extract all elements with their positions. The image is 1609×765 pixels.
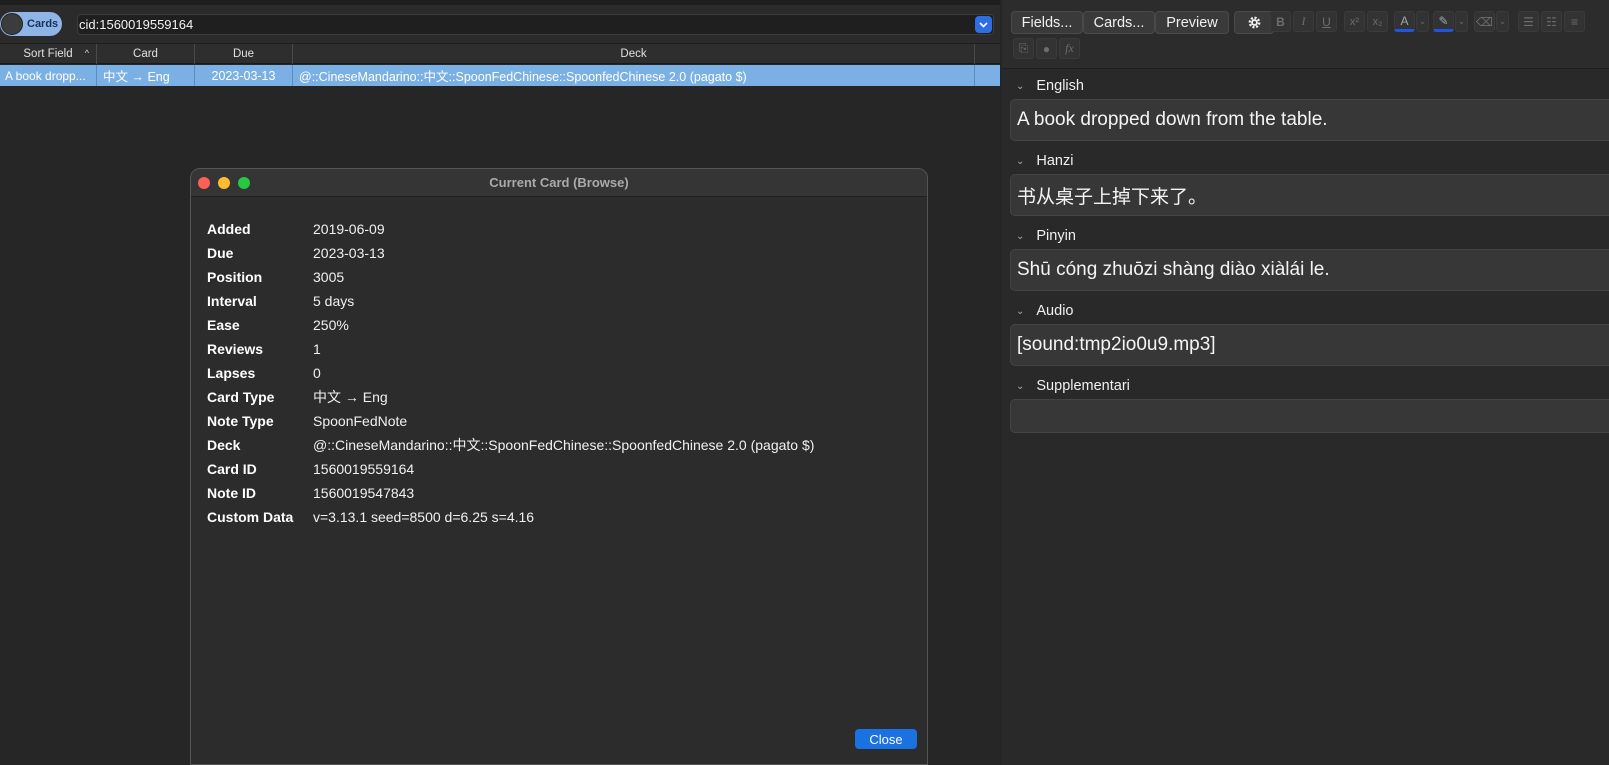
eraser-icon[interactable]: ⌫ <box>1474 11 1495 32</box>
table-row[interactable]: A book dropp... 中文 → Eng 2023-03-13 @::C… <box>0 65 1000 86</box>
chevron-down-icon: ⌄ <box>1016 80 1025 92</box>
toggle-label: Cards <box>27 18 59 30</box>
function-icon[interactable]: fx <box>1059 38 1080 59</box>
chevron-down-icon <box>979 21 988 28</box>
column-header-sort-field[interactable]: Sort Field ^ <box>0 44 97 64</box>
stat-row: Interval 5 days <box>207 293 355 309</box>
cell-sort-field: A book dropp... <box>0 65 97 86</box>
column-header-due[interactable]: Due <box>195 44 293 64</box>
stat-row: Card ID 1560019559164 <box>207 461 415 477</box>
table-header: Sort Field ^ Card Due Deck <box>0 44 1000 64</box>
settings-button[interactable] <box>1234 11 1274 34</box>
stat-row: Ease 250% <box>207 317 349 333</box>
sort-ascending-icon: ^ <box>84 48 89 58</box>
stat-row: Custom Data v=3.13.1 seed=8500 d=6.25 s=4… <box>207 509 535 525</box>
underline-icon[interactable]: U <box>1316 11 1337 32</box>
card-stats-list: Added 2019-06-09 Due 2023-03-13 Position 30… <box>207 217 814 529</box>
field-label-english[interactable]: ⌄ English <box>1016 76 1084 96</box>
gear-icon <box>1248 16 1260 29</box>
stat-row: Note Type SpoonFedNote <box>207 413 408 429</box>
dialog-title: Current Card (Browse) <box>489 175 629 190</box>
attachment-icon[interactable]: ⎘ <box>1013 38 1034 59</box>
field-label-pinyin[interactable]: ⌄ Pinyin <box>1016 226 1076 246</box>
stat-row: Lapses 0 <box>207 365 321 381</box>
field-input-supplementari[interactable] <box>1010 399 1609 433</box>
align-icon[interactable]: ≡ <box>1564 11 1585 32</box>
field-input-audio[interactable]: [sound:tmp2io0u9.mp3] <box>1010 324 1609 366</box>
chevron-down-icon: ⌄ <box>1016 230 1025 242</box>
cards-notes-toggle[interactable]: Cards <box>0 12 62 36</box>
cell-card: 中文 → Eng <box>97 65 195 86</box>
chevron-down-icon: ⌄ <box>1016 380 1025 392</box>
search-history-dropdown[interactable] <box>975 16 992 33</box>
numbered-list-icon[interactable]: ☷ <box>1541 11 1562 32</box>
text-color-dropdown-icon[interactable]: ⌄ <box>1416 11 1429 32</box>
card-info-dialog: Current Card (Browse) Added 2019-06-09 Du… <box>190 168 928 765</box>
italic-icon[interactable]: I <box>1293 11 1314 32</box>
stat-row: Position 3005 <box>207 269 345 285</box>
stat-row: Deck @::CineseMandarino::中文::SpoonFedChin… <box>207 437 815 453</box>
stat-row: Card Type 中文 → Eng <box>207 389 388 405</box>
bullet-list-icon[interactable]: ☰ <box>1518 11 1539 32</box>
browser-toolbar: Cards <box>0 0 1000 44</box>
cell-deck: @::CineseMandarino::中文::SpoonFedChinese:… <box>293 65 975 86</box>
cards-button[interactable]: Cards... <box>1083 11 1155 34</box>
field-label-audio[interactable]: ⌄ Audio <box>1016 301 1073 321</box>
fields-button[interactable]: Fields... <box>1011 11 1083 34</box>
cell-due: 2023-03-13 <box>195 65 293 86</box>
dialog-titlebar: Current Card (Browse) <box>191 169 927 197</box>
editor-toolbar: Fields... Cards... Preview B I U x² x₂ A… <box>1002 0 1609 69</box>
stat-row: Added 2019-06-09 <box>207 221 385 237</box>
superscript-icon[interactable]: x² <box>1344 11 1365 32</box>
column-header-deck[interactable]: Deck <box>293 44 975 64</box>
highlight-dropdown-icon[interactable]: ⌄ <box>1455 11 1468 32</box>
search-box <box>77 14 994 35</box>
chevron-down-icon: ⌄ <box>1016 155 1025 167</box>
close-button[interactable]: Close <box>855 729 917 749</box>
chevron-down-icon: ⌄ <box>1016 305 1025 317</box>
column-header-card[interactable]: Card <box>97 44 195 64</box>
text-color-icon[interactable]: A <box>1394 11 1415 32</box>
bold-icon[interactable]: B <box>1270 11 1291 32</box>
subscript-icon[interactable]: x₂ <box>1367 11 1388 32</box>
field-input-hanzi[interactable]: 书从桌子上掉下来了。 <box>1010 174 1609 216</box>
stat-row: Reviews 1 <box>207 341 321 357</box>
highlight-icon[interactable]: ✎ <box>1433 11 1454 32</box>
toggle-knob <box>1 13 23 35</box>
stat-row: Due 2023-03-13 <box>207 245 385 261</box>
field-label-supplementari[interactable]: ⌄ Supplementari <box>1016 376 1130 396</box>
editor-pane: Fields... Cards... Preview B I U x² x₂ A… <box>1002 0 1609 765</box>
search-input[interactable] <box>78 15 968 34</box>
preview-button[interactable]: Preview <box>1155 11 1229 34</box>
field-label-hanzi[interactable]: ⌄ Hanzi <box>1016 151 1073 171</box>
stat-row: Note ID 1560019547843 <box>207 485 415 501</box>
microphone-icon[interactable]: ● <box>1036 38 1057 59</box>
field-input-english[interactable]: A book dropped down from the table. <box>1010 99 1609 141</box>
field-input-pinyin[interactable]: Shū cóng zhuōzi shàng diào xiàlái le. <box>1010 249 1609 291</box>
eraser-dropdown-icon[interactable]: ⌄ <box>1496 11 1509 32</box>
